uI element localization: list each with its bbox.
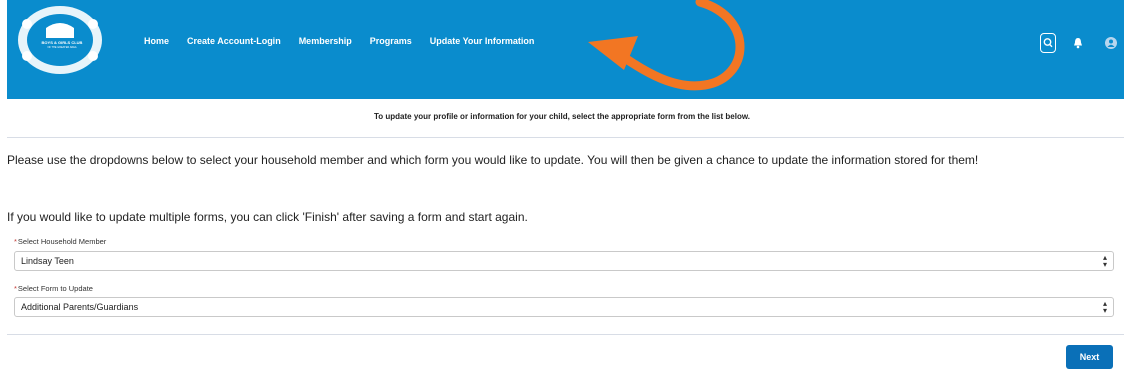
nav-programs[interactable]: Programs [370, 36, 412, 46]
household-member-value: Lindsay Teen [21, 256, 74, 266]
nav-membership[interactable]: Membership [299, 36, 352, 46]
search-button[interactable] [1040, 33, 1056, 53]
form-to-update-value: Additional Parents/Guardians [21, 302, 139, 312]
logo-subtext: OF THE GREATER AREA [47, 46, 77, 49]
nav-home[interactable]: Home [144, 36, 169, 46]
annotation-arrow [588, 0, 745, 91]
logo-text: BOYS & GIRLS CLUB [41, 40, 83, 45]
household-member-select[interactable]: Lindsay Teen ▴ ▾ [14, 251, 1114, 271]
page-banner: To update your profile or information fo… [373, 112, 751, 121]
search-icon [1043, 38, 1053, 48]
intro-text: Please use the dropdowns below to select… [7, 153, 979, 167]
main-nav: Home Create Account-Login Membership Pro… [144, 36, 552, 46]
site-header: BOYS & GIRLS CLUB OF THE GREATER AREA Ho… [7, 0, 1124, 99]
divider [7, 334, 1124, 335]
household-member-label-text: Select Household Member [17, 237, 107, 246]
note-text: If you would like to update multiple for… [7, 210, 528, 224]
bell-icon[interactable] [1072, 37, 1084, 49]
nav-create-account-login[interactable]: Create Account-Login [187, 36, 281, 46]
next-button[interactable]: Next [1066, 345, 1113, 369]
select-caret-icon: ▴ ▾ [1102, 299, 1107, 315]
nav-update-your-information[interactable]: Update Your Information [430, 36, 535, 46]
form-to-update-label: *Select Form to Update [14, 284, 93, 293]
user-avatar-icon[interactable] [1105, 37, 1117, 49]
required-marker: * [14, 284, 17, 293]
select-caret-icon: ▴ ▾ [1102, 253, 1107, 269]
required-marker: * [14, 237, 17, 246]
divider [7, 137, 1124, 138]
form-to-update-label-text: Select Form to Update [17, 284, 93, 293]
household-member-label: *Select Household Member [14, 237, 106, 246]
form-to-update-select[interactable]: Additional Parents/Guardians ▴ ▾ [14, 297, 1114, 317]
